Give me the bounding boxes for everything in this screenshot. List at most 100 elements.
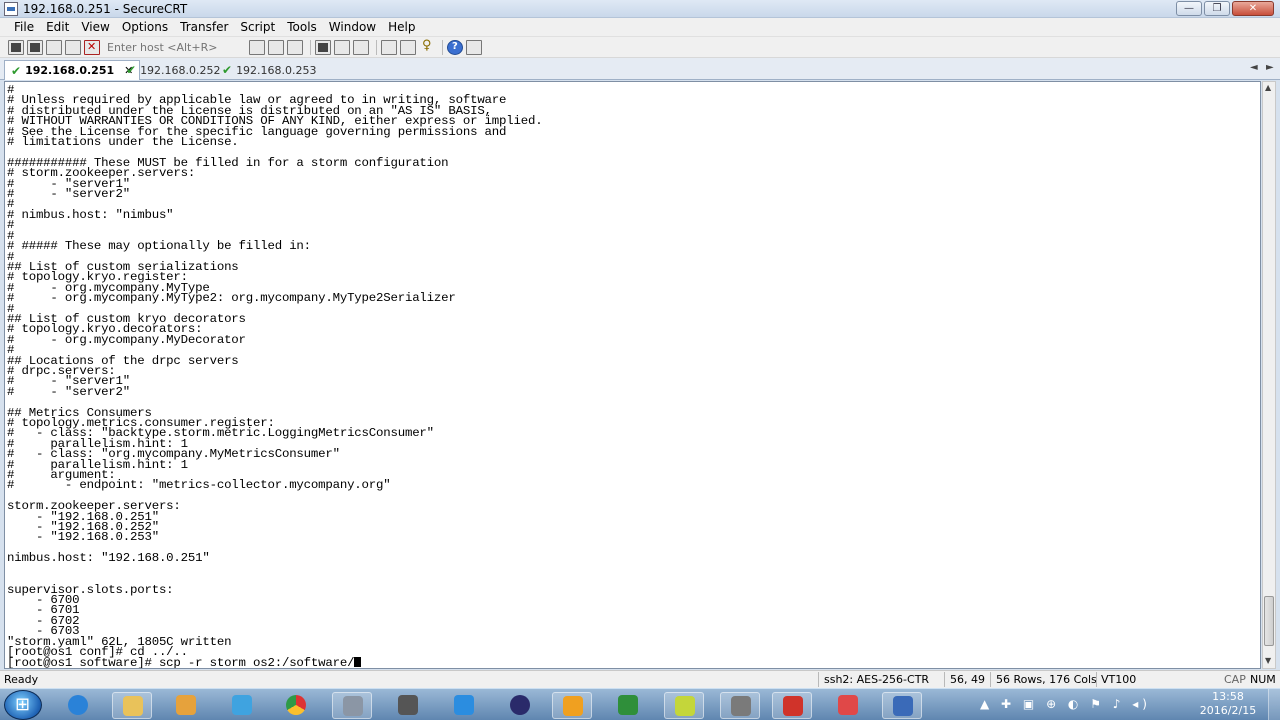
- terminal-line: # - "server2": [7, 187, 131, 202]
- session-options-icon[interactable]: [381, 39, 397, 55]
- app-window-icon[interactable]: [332, 692, 372, 719]
- notes-icon[interactable]: [444, 692, 484, 719]
- paste-icon[interactable]: [268, 39, 284, 55]
- tab-scroll-right-icon[interactable]: ►: [1266, 62, 1274, 73]
- terminal-cursor: [354, 657, 362, 668]
- media-player-icon[interactable]: [166, 692, 206, 719]
- connected-check-icon: ✔: [126, 63, 137, 77]
- app-tools-icon[interactable]: [388, 692, 428, 719]
- terminal-line: - "192.168.0.253": [7, 530, 159, 545]
- terminal-view[interactable]: # # Unless required by applicable law or …: [4, 81, 1261, 669]
- minimize-button[interactable]: —: [1176, 1, 1202, 16]
- status-divider: [944, 672, 945, 687]
- tab-label: 192.168.0.252: [140, 63, 221, 77]
- clock-date: 2016/2/15: [1199, 704, 1257, 717]
- tab-192-168-0-253[interactable]: ✔ 192.168.0.253: [216, 60, 323, 80]
- terminal-line: # ##### These may optionally be filled i…: [7, 239, 311, 254]
- terminal-line: #: [7, 218, 15, 233]
- close-window-button[interactable]: ✕: [1232, 1, 1274, 16]
- system-clock[interactable]: 13:58 2016/2/15: [1196, 690, 1260, 718]
- terminal-line: # nimbus.host: "nimbus": [7, 207, 174, 222]
- tab-192-168-0-252[interactable]: ✔ 192.168.0.252: [120, 60, 227, 80]
- terminal-line: ## List of custom serializations: [7, 259, 239, 274]
- menu-tools[interactable]: Tools: [281, 20, 323, 34]
- scrollbar-thumb[interactable]: [1264, 596, 1274, 646]
- session-tab-bar: ✔ 192.168.0.251 ✕ ✔ 192.168.0.252 ✔ 192.…: [0, 58, 1280, 80]
- status-num: NUM: [1250, 673, 1276, 686]
- terminal-scrollbar[interactable]: ▲ ▼: [1262, 81, 1276, 669]
- terminal-line: #: [7, 197, 15, 212]
- toolbar-separator: [310, 39, 311, 55]
- m-app-icon[interactable]: [664, 692, 704, 719]
- menu-view[interactable]: View: [75, 20, 115, 34]
- terminal-line: # - "server2": [7, 384, 131, 399]
- start-button[interactable]: [4, 690, 42, 720]
- keymap-icon[interactable]: [419, 38, 435, 55]
- system-tray[interactable]: ▲ ✚ ▣ ⊕ ◐ ⚑ ♪ ◂): [980, 697, 1151, 711]
- eclipse-icon[interactable]: [500, 692, 540, 719]
- scroll-down-icon[interactable]: ▼: [1265, 656, 1271, 665]
- terminal-task-icon[interactable]: [720, 692, 760, 719]
- global-options-icon[interactable]: [400, 39, 416, 55]
- explorer-icon[interactable]: [112, 692, 152, 719]
- chrome-icon[interactable]: [276, 692, 316, 719]
- eraser-app-icon[interactable]: [828, 692, 868, 719]
- terminal-line: "storm.yaml" 62L, 1805C written: [7, 634, 232, 649]
- connect-icon[interactable]: [8, 39, 24, 55]
- terminal-line: - 6700: [7, 592, 80, 607]
- clock-time: 13:58: [1212, 690, 1244, 703]
- menu-transfer[interactable]: Transfer: [174, 20, 234, 34]
- tab-scroll-left-icon[interactable]: ◄: [1250, 62, 1258, 73]
- securecrt-app-icon[interactable]: [4, 1, 18, 16]
- tab-label: 192.168.0.253: [236, 63, 317, 77]
- find-icon[interactable]: [287, 39, 303, 55]
- print-setup-icon[interactable]: [353, 39, 369, 55]
- status-emulation: VT100: [1101, 673, 1137, 686]
- terminal-line: - 6702: [7, 613, 80, 628]
- pdf-app-icon[interactable]: [608, 692, 648, 719]
- ie-icon[interactable]: [58, 692, 98, 719]
- menu-help[interactable]: Help: [382, 20, 421, 34]
- terminal-line: # - "server1": [7, 176, 131, 191]
- quick-connect-icon[interactable]: [27, 39, 43, 55]
- securecrt-task-icon[interactable]: [552, 692, 592, 719]
- sftp-icon[interactable]: [466, 39, 482, 55]
- menu-edit[interactable]: Edit: [40, 20, 75, 34]
- terminal-line: - 6701: [7, 603, 80, 618]
- restore-button[interactable]: ❐: [1204, 1, 1230, 16]
- status-caps: CAP: [1224, 673, 1246, 686]
- scroll-up-icon[interactable]: ▲: [1265, 83, 1271, 92]
- menu-window[interactable]: Window: [323, 20, 382, 34]
- reconnect-icon[interactable]: [65, 39, 81, 55]
- connected-check-icon: ✔: [222, 63, 233, 77]
- copy-icon[interactable]: [249, 39, 265, 55]
- show-desktop-button[interactable]: [1268, 689, 1280, 720]
- tab-label: 192.168.0.251: [25, 64, 115, 77]
- menu-file[interactable]: File: [8, 20, 40, 34]
- print-icon[interactable]: [315, 39, 331, 55]
- network-app-icon[interactable]: [222, 692, 262, 719]
- dubbo-app-icon[interactable]: [882, 692, 922, 719]
- terminal-line: [root@os1 software]# scp -r storm os2:/s…: [7, 657, 1260, 668]
- foxit-icon[interactable]: [772, 692, 812, 719]
- disconnect-icon[interactable]: [84, 39, 100, 55]
- menu-options[interactable]: Options: [116, 20, 174, 34]
- terminal-line: # - org.mycompany.MyType2: org.mycompany…: [7, 291, 456, 306]
- windows-taskbar: ▲ ✚ ▣ ⊕ ◐ ⚑ ♪ ◂) 13:58 2016/2/15: [0, 688, 1280, 720]
- menu-script[interactable]: Script: [234, 20, 281, 34]
- terminal-line: supervisor.slots.ports:: [7, 582, 174, 597]
- terminal-line: - "192.168.0.252": [7, 520, 159, 535]
- connect-in-tab-icon[interactable]: [46, 39, 62, 55]
- enter-host-input[interactable]: [107, 39, 245, 55]
- terminal-line: # - org.mycompany.MyDecorator: [7, 332, 246, 347]
- window-title: 192.168.0.251 - SecureCRT: [23, 1, 188, 16]
- terminal-line: # - endpoint: "metrics-collector.mycompa…: [7, 478, 391, 493]
- help-icon[interactable]: [447, 39, 463, 55]
- terminal-line: # - class: "org.mycompany.MyMetricsConsu…: [7, 447, 340, 462]
- terminal-line: # parallelism.hint: 1: [7, 457, 188, 472]
- terminal-line: ## Locations of the drpc servers: [7, 353, 239, 368]
- print-selection-icon[interactable]: [334, 39, 350, 55]
